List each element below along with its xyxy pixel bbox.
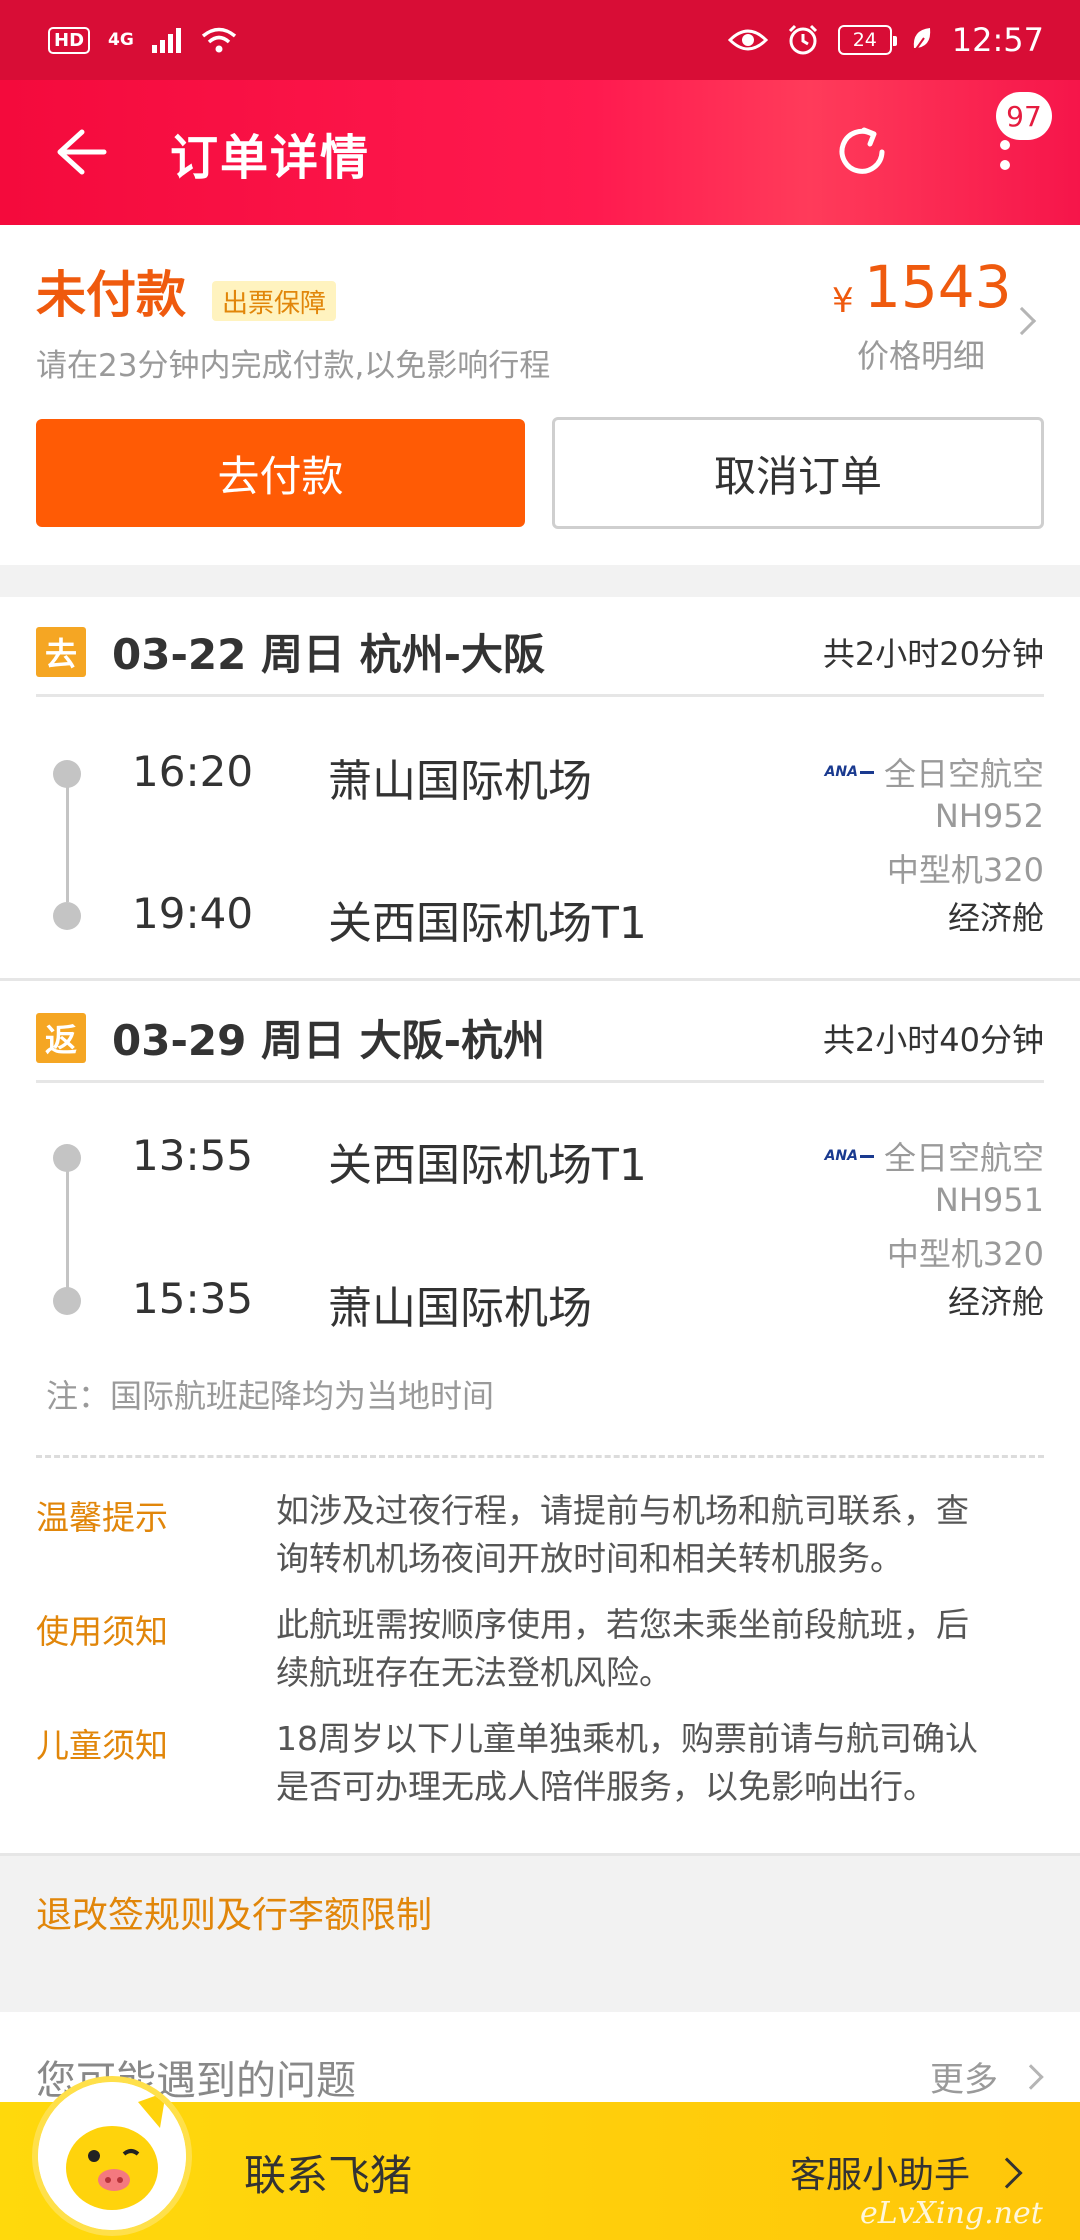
arrival-time: 15:35 — [132, 1274, 254, 1323]
child-notice-text: 18周岁以下儿童单独乘机，购票前请与航司确认 是否可办理无成人陪伴服务，以免影响… — [276, 1715, 1046, 1811]
flight-number: NH952 — [934, 797, 1044, 835]
fliggy-pig-mascot-icon — [38, 2082, 186, 2230]
airline-logo-text: ANA — [824, 764, 858, 780]
outbound-tag: 去 — [36, 627, 86, 677]
arrival-dot-icon — [53, 1287, 81, 1315]
timeline-line — [66, 782, 69, 902]
airline-name: 全日空航空 — [883, 1139, 1044, 1177]
leaf-icon — [912, 28, 930, 53]
tip-line: 18周岁以下儿童单独乘机，购票前请与航司确认 — [276, 1719, 978, 1758]
ticket-guarantee-tag: 出票保障 — [212, 281, 337, 321]
total-price[interactable]: 1543 — [864, 253, 1012, 321]
arrival-time: 19:40 — [132, 889, 254, 938]
refund-change-rules-link[interactable]: 退改签规则及行李额限制 — [36, 1886, 432, 1938]
tip-line: 是否可办理无成人陪伴服务，以免影响出行。 — [276, 1767, 936, 1806]
tip-line: 询转机机场夜间开放时间和相关转机服务。 — [276, 1539, 903, 1578]
timeline-line — [66, 1166, 69, 1288]
currency-symbol: ¥ — [832, 281, 854, 321]
return-segment-header: 返 03-29 周日 大阪-杭州 共2小时40分钟 — [36, 983, 1044, 1083]
arrival-airport: 萧山国际机场 — [328, 1283, 592, 1334]
page-title: 订单详情 — [170, 130, 371, 186]
child-notice-label: 儿童须知 — [36, 1726, 168, 1765]
usage-notice-text: 此航班需按顺序使用，若您未乘坐前段航班，后 续航班存在无法登机风险。 — [276, 1601, 1046, 1697]
tip-line: 如涉及过夜行程，请提前与机场和航司联系，查 — [276, 1491, 969, 1530]
pay-button[interactable]: 去付款 — [36, 419, 525, 527]
aircraft-type: 中型机320 — [886, 851, 1044, 889]
order-detail-screen: HD 4G 24 12:57 订单详情 97 未付款 出票保障 请在23分钟内完… — [0, 0, 1080, 2240]
payment-deadline-tip: 请在23分钟内完成付款,以免影响行程 — [36, 348, 551, 384]
chevron-right-icon[interactable] — [1018, 2064, 1044, 2090]
signal-icon — [151, 27, 181, 53]
segment-title: 03-29 周日 大阪-杭州 — [112, 1016, 546, 1065]
tip-line: 续航班存在无法登机风险。 — [276, 1653, 672, 1692]
alarm-icon — [788, 24, 817, 55]
return-tag: 返 — [36, 1013, 86, 1063]
ana-logo-icon: ANA — [825, 1148, 874, 1164]
watermark: eLvXing.net — [860, 2196, 1043, 2231]
airline-name: 全日空航空 — [883, 755, 1044, 793]
wifi-icon — [201, 27, 236, 53]
segment-duration: 共2小时20分钟 — [822, 635, 1044, 673]
tip-line: 此航班需按顺序使用，若您未乘坐前段航班，后 — [276, 1605, 969, 1644]
price-detail-link[interactable]: 价格明细 — [857, 331, 985, 377]
app-header: 订单详情 97 — [0, 80, 1080, 225]
contact-fliggy-label[interactable]: 联系飞猪 — [244, 2142, 412, 2203]
status-bar: HD 4G 24 12:57 — [0, 0, 1080, 80]
hd-indicator: HD — [48, 26, 91, 54]
arrival-airport: 关西国际机场T1 — [328, 898, 647, 949]
cancel-order-button[interactable]: 取消订单 — [552, 417, 1044, 529]
airline: ANA 全日空航空 — [825, 749, 1044, 795]
cabin-class: 经济舱 — [947, 899, 1044, 937]
back-arrow-icon[interactable] — [52, 126, 108, 178]
customer-service-assistant-label[interactable]: 客服小助手 — [790, 2146, 970, 2198]
flight-info-card: 去 03-22 周日 杭州-大阪 共2小时20分钟 16:20 萧山国际机场 1… — [0, 597, 1080, 1936]
departure-time: 13:55 — [132, 1131, 254, 1180]
battery-icon: 24 — [837, 25, 897, 55]
order-status: 未付款 — [36, 266, 186, 324]
clock: 12:57 — [951, 21, 1044, 59]
refresh-icon[interactable] — [830, 120, 894, 184]
chevron-right-icon[interactable] — [1007, 306, 1037, 336]
departure-airport: 萧山国际机场 — [328, 756, 592, 807]
departure-time: 16:20 — [132, 747, 254, 796]
rules-divider — [0, 1853, 1080, 1856]
faq-more-link[interactable]: 更多 — [930, 2052, 998, 2101]
status-right: 24 12:57 — [727, 21, 1044, 59]
cabin-class: 经济舱 — [947, 1283, 1044, 1321]
segment-divider — [0, 978, 1080, 981]
eye-comfort-icon — [727, 29, 768, 51]
battery-level: 24 — [852, 29, 877, 51]
airline-logo-text: ANA — [824, 1148, 858, 1164]
local-time-note: 注：国际航班起降均为当地时间 — [46, 1377, 495, 1415]
usage-notice-label: 使用须知 — [36, 1612, 168, 1651]
airline: ANA 全日空航空 — [825, 1133, 1044, 1179]
flight-number: NH951 — [934, 1181, 1044, 1219]
dashed-divider — [36, 1455, 1044, 1458]
segment-duration: 共2小时40分钟 — [822, 1021, 1044, 1059]
message-count-badge: 97 — [996, 92, 1052, 140]
status-left: HD 4G — [48, 25, 239, 55]
outbound-segment-header: 去 03-22 周日 杭州-大阪 共2小时20分钟 — [36, 597, 1044, 697]
payment-card: 未付款 出票保障 请在23分钟内完成付款,以免影响行程 ¥ 1543 价格明细 … — [0, 225, 1080, 565]
departure-airport: 关西国际机场T1 — [328, 1140, 647, 1191]
arrival-dot-icon — [53, 902, 81, 930]
network-type: 4G — [108, 29, 134, 50]
warm-reminder-label: 温馨提示 — [36, 1498, 168, 1537]
segment-title: 03-22 周日 杭州-大阪 — [112, 630, 546, 679]
ana-logo-icon: ANA — [825, 764, 874, 780]
aircraft-type: 中型机320 — [886, 1235, 1044, 1273]
warm-reminder-text: 如涉及过夜行程，请提前与机场和航司联系，查 询转机机场夜间开放时间和相关转机服务… — [276, 1487, 1046, 1583]
